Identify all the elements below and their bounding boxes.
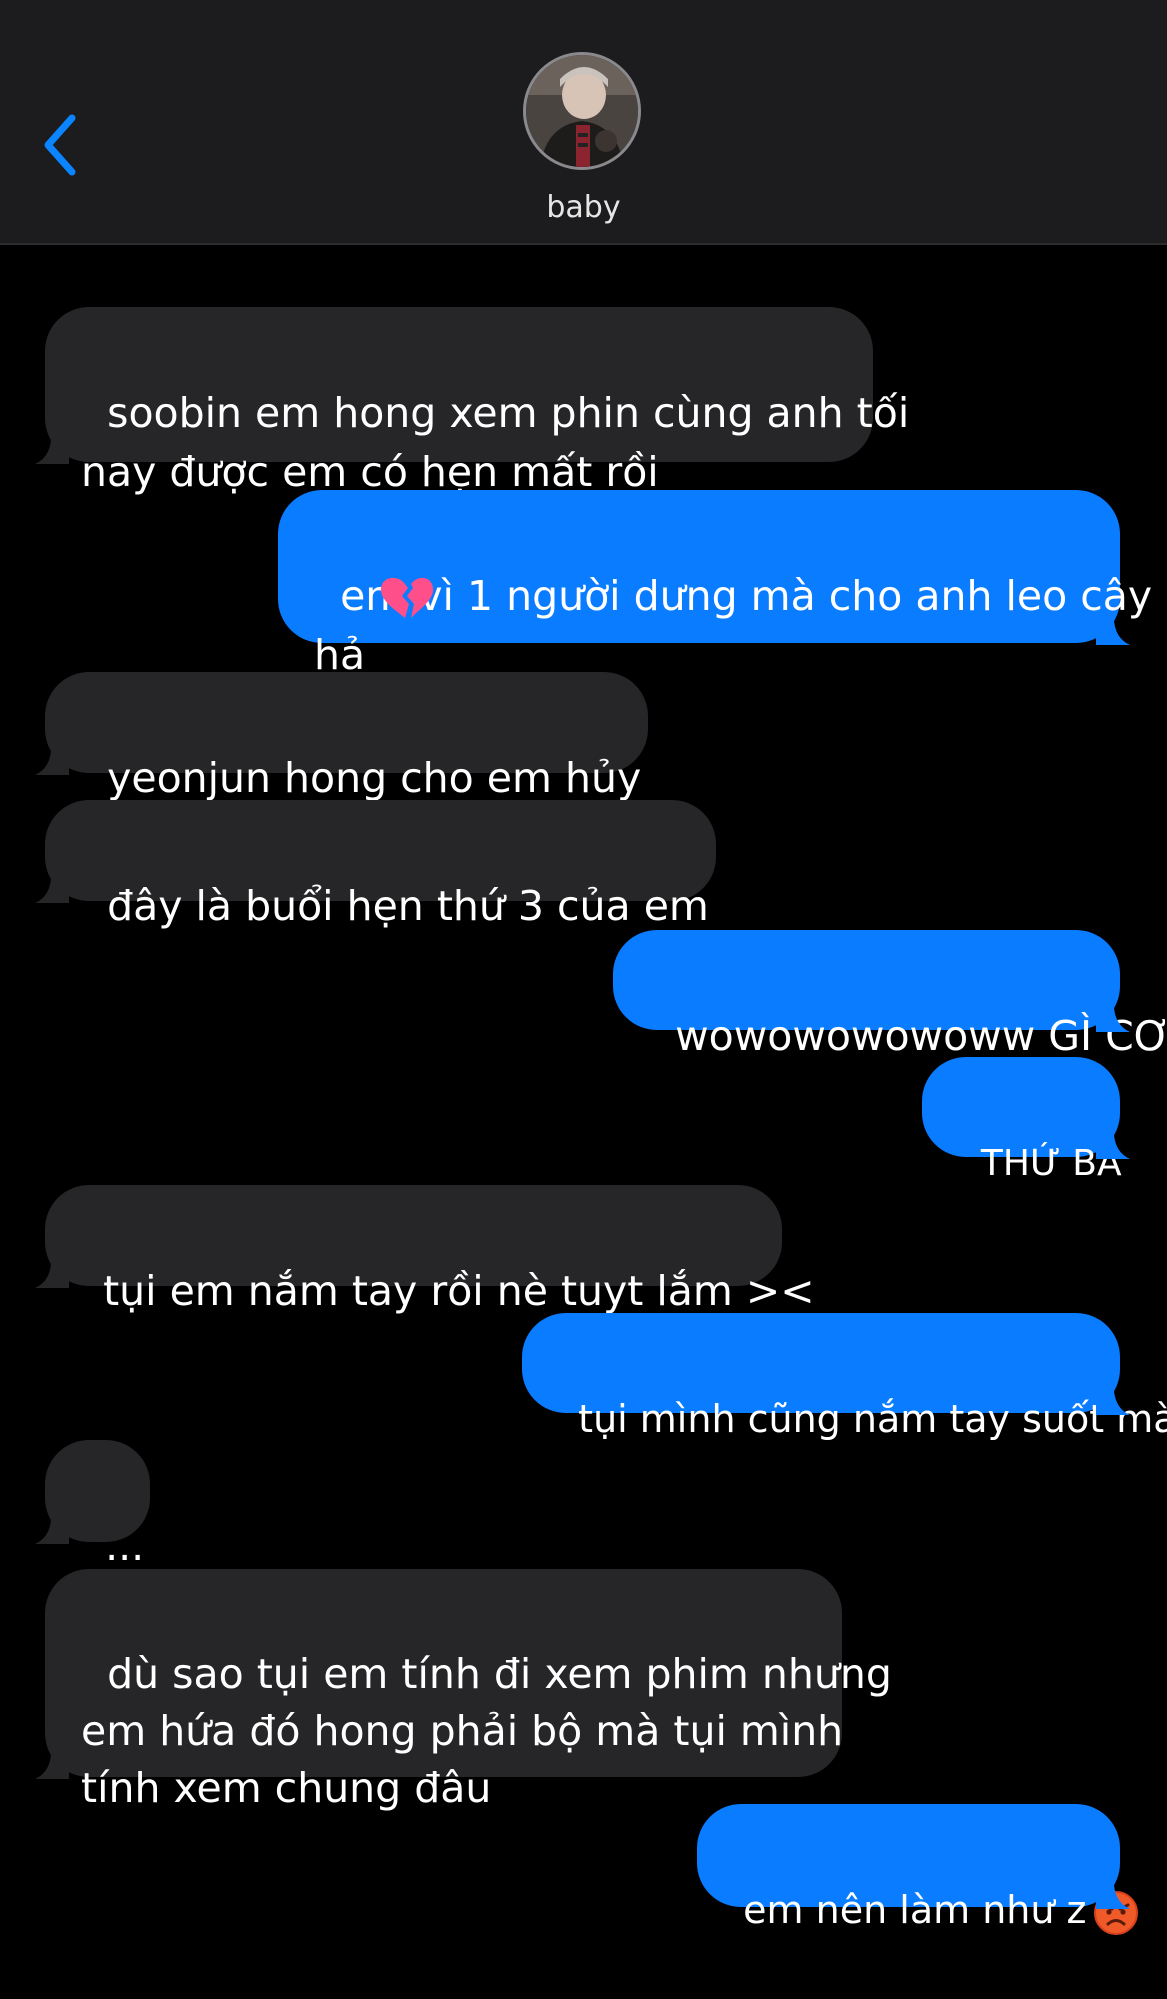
bubble-tail xyxy=(35,869,69,903)
outgoing-message[interactable]: wowowowowoww GÌ CƠ xyxy=(613,930,1167,1060)
bubble-tail xyxy=(35,1254,69,1288)
outgoing-message[interactable]: THỨ BA xyxy=(922,1057,1130,1184)
contact-avatar[interactable] xyxy=(523,52,641,170)
message-text: yeonjun hong cho em hủy xyxy=(107,754,642,802)
incoming-message[interactable]: yeonjun hong cho em hủy xyxy=(35,672,648,802)
bubble-tail xyxy=(35,1745,69,1779)
bubble-tail xyxy=(1096,1381,1130,1415)
outgoing-message[interactable]: tụi mình cũng nắm tay suốt mà xyxy=(522,1313,1167,1441)
bubble-tail xyxy=(1096,998,1130,1032)
message-text: tụi em nắm tay rồi nè tuyt lắm >< xyxy=(103,1267,815,1315)
bubble-tail xyxy=(1096,1875,1130,1909)
message-text: em vì 1 người dưng mà cho anh leo cây hả xyxy=(314,572,1153,679)
back-chevron-icon[interactable] xyxy=(38,110,90,180)
incoming-message[interactable]: ... xyxy=(35,1440,150,1570)
message-text: tụi mình cũng nắm tay suốt mà xyxy=(578,1397,1167,1441)
message-text: đây là buổi hẹn thứ 3 của em xyxy=(107,882,709,930)
incoming-message[interactable]: tụi em nắm tay rồi nè tuyt lắm >< xyxy=(35,1185,815,1315)
bubble-tail xyxy=(35,430,69,464)
bubble-tail xyxy=(35,1510,69,1544)
incoming-message[interactable]: soobin em hong xem phin cùng anh tối nay… xyxy=(35,307,909,496)
bubble-tail xyxy=(1096,611,1130,645)
message-text: wowowowowoww GÌ CƠ xyxy=(675,1012,1167,1060)
bubble-tail xyxy=(1096,1125,1130,1159)
outgoing-message[interactable]: em vì 1 người dưng mà cho anh leo cây hả xyxy=(278,490,1152,679)
contact-name[interactable]: baby xyxy=(0,190,1167,225)
incoming-message[interactable]: đây là buổi hẹn thứ 3 của em xyxy=(35,800,716,930)
message-text: soobin em hong xem phin cùng anh tối nay… xyxy=(81,389,910,496)
bubble-tail xyxy=(35,741,69,775)
message-text: em nên làm như z xyxy=(743,1888,1087,1932)
message-text: ... xyxy=(105,1522,145,1570)
broken-heart-icon xyxy=(380,577,434,618)
outgoing-message[interactable]: em nên làm như z xyxy=(697,1804,1138,1935)
message-text: dù sao tụi em tính đi xem phim nhưng em … xyxy=(81,1650,892,1812)
chat-header: baby xyxy=(0,0,1167,245)
incoming-message[interactable]: dù sao tụi em tính đi xem phim nhưng em … xyxy=(35,1569,892,1812)
